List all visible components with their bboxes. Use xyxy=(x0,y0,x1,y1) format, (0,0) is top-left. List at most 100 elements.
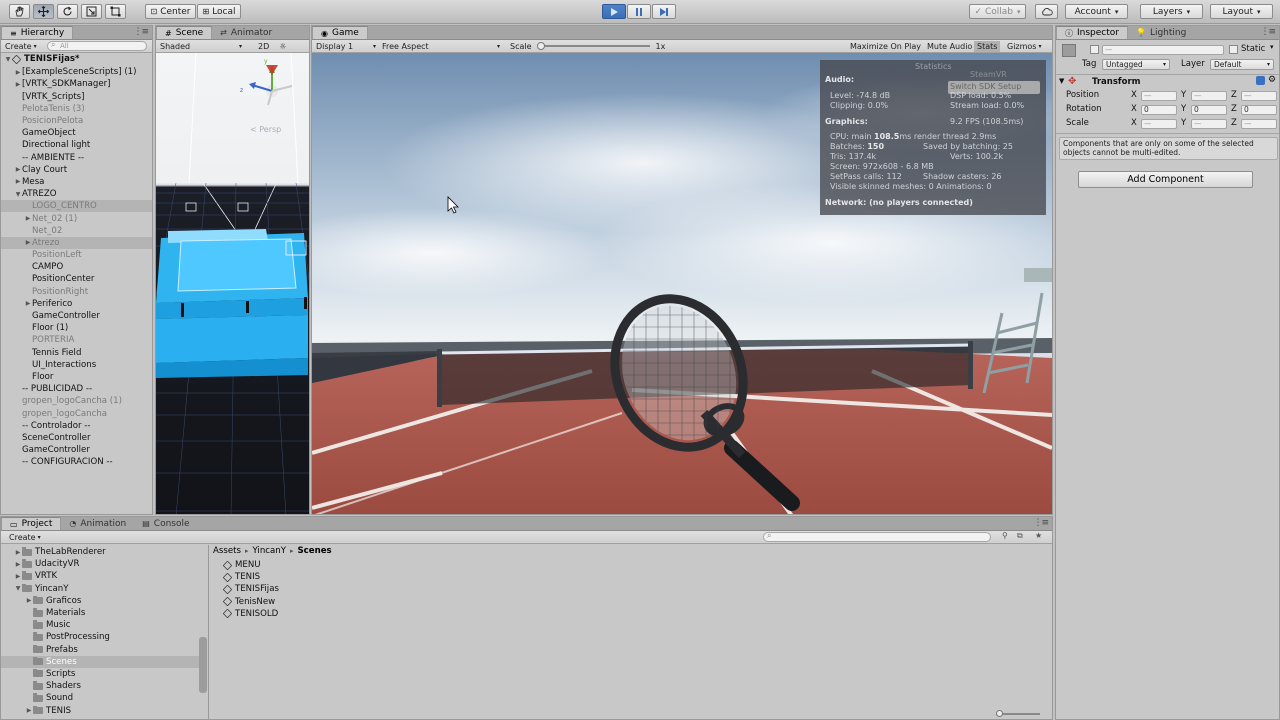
scale-x-field[interactable]: — xyxy=(1141,119,1177,129)
project-search-input[interactable] xyxy=(763,531,991,542)
game-viewport[interactable]: Statistics SteamVR Switch SDK Setup Audi… xyxy=(312,53,1052,514)
rotation-z-field[interactable]: 0 xyxy=(1241,105,1277,115)
tab-project[interactable]: ▭ Project xyxy=(1,517,62,530)
collapse-arrow-icon[interactable]: ▼ xyxy=(14,191,22,198)
rotation-x-field[interactable]: 0 xyxy=(1141,105,1177,115)
hierarchy-item[interactable]: ▶ Clay Court xyxy=(1,164,152,176)
hierarchy-item[interactable]: ▶ Net_02 (1) xyxy=(1,212,152,224)
hierarchy-item[interactable]: ▶ Mesa xyxy=(1,176,152,188)
hierarchy-item[interactable]: Floor (1) xyxy=(1,322,152,334)
panel-menu-icon[interactable]: ⋮≡ xyxy=(1260,27,1276,37)
folder-tree-item[interactable]: ▶ VRTK xyxy=(1,570,199,582)
panel-menu-icon[interactable]: ⋮≡ xyxy=(133,27,149,37)
stats-toggle[interactable]: Stats xyxy=(974,40,1001,52)
hierarchy-item[interactable]: -- AMBIENTE -- xyxy=(1,152,152,164)
step-button[interactable] xyxy=(652,4,676,19)
tab-lighting[interactable]: 💡 Lighting xyxy=(1128,26,1194,39)
hierarchy-item[interactable]: Tennis Field xyxy=(1,347,152,359)
hierarchy-item[interactable]: ▼ ATREZO xyxy=(1,188,152,200)
help-icon[interactable] xyxy=(1256,76,1265,85)
play-button[interactable] xyxy=(602,4,626,19)
panel-menu-icon[interactable]: ⋮≡ xyxy=(1033,518,1049,528)
favorites-star-icon[interactable]: ★ xyxy=(1035,531,1042,540)
icon-size-slider[interactable] xyxy=(996,710,1040,717)
add-component-button[interactable]: Add Component xyxy=(1078,171,1253,188)
hierarchy-item[interactable]: LOGO_CENTRO xyxy=(1,200,152,213)
hierarchy-item[interactable]: SceneController xyxy=(1,432,152,444)
transform-foldout-arrow-icon[interactable]: ▼ xyxy=(1059,77,1064,85)
hierarchy-item[interactable]: PelotaTenis (3) xyxy=(1,103,152,115)
cloud-button[interactable] xyxy=(1035,4,1058,19)
hierarchy-item[interactable]: PosicionPelota xyxy=(1,115,152,127)
expand-arrow-icon[interactable]: ▶ xyxy=(24,239,32,246)
tab-scene[interactable]: # Scene xyxy=(156,26,213,39)
hierarchy-item[interactable]: PositionCenter xyxy=(1,273,152,285)
expand-arrow-icon[interactable]: ▶ xyxy=(14,573,22,580)
position-y-field[interactable]: — xyxy=(1191,91,1227,101)
tab-console[interactable]: ▤ Console xyxy=(134,517,197,530)
hierarchy-item[interactable]: GameController xyxy=(1,310,152,322)
maximize-on-play-toggle[interactable]: Maximize On Play xyxy=(850,42,921,51)
folder-tree-item[interactable]: ▶ Graficos xyxy=(1,595,199,607)
hierarchy-item[interactable]: ▶ [VRTK_SDKManager] xyxy=(1,78,152,90)
mute-audio-toggle[interactable]: Mute Audio xyxy=(927,42,972,51)
folder-tree-scrollbar[interactable] xyxy=(199,637,207,693)
active-checkbox[interactable] xyxy=(1090,45,1099,54)
hierarchy-item[interactable]: ▶ [ExampleSceneScripts] (1) xyxy=(1,66,152,78)
folder-tree-item[interactable]: Scenes xyxy=(1,655,199,668)
collapse-arrow-icon[interactable]: ▼ xyxy=(14,585,22,592)
layout-dropdown[interactable]: Layout ▾ xyxy=(1210,4,1273,19)
tab-inspector[interactable]: ⓘ Inspector xyxy=(1056,26,1128,39)
move-tool-button[interactable] xyxy=(33,4,54,19)
folder-tree-item[interactable]: Music xyxy=(1,619,199,631)
folder-tree-item[interactable]: ▼ YincanY xyxy=(1,583,199,595)
project-create-dropdown[interactable]: Create ▾ xyxy=(9,533,41,542)
scene-viewport[interactable]: y z < Persp xyxy=(156,53,309,514)
scale-slider[interactable] xyxy=(536,42,650,50)
expand-arrow-icon[interactable]: ▶ xyxy=(25,597,33,604)
hierarchy-item[interactable]: -- PUBLICIDAD -- xyxy=(1,383,152,395)
expand-arrow-icon[interactable]: ▶ xyxy=(14,549,22,556)
expand-arrow-icon[interactable]: ▶ xyxy=(14,178,22,185)
gizmos-dropdown[interactable]: Gizmos ▾ xyxy=(1007,42,1042,51)
filter-type-icon[interactable]: ⚲ xyxy=(1002,531,1008,540)
breadcrumb-item[interactable]: YincanY xyxy=(252,546,285,556)
pause-button[interactable] xyxy=(627,4,651,19)
hierarchy-item[interactable]: ▶ Atrezo xyxy=(1,236,152,249)
folder-tree-item[interactable]: ▶ UdacityVR xyxy=(1,558,199,570)
aspect-dropdown[interactable]: Free Aspect ▾ xyxy=(382,42,502,51)
account-dropdown[interactable]: Account ▾ xyxy=(1065,4,1128,19)
scene-asset-item[interactable]: MENU xyxy=(222,559,279,571)
folder-tree-item[interactable]: ▶ TheLabRenderer xyxy=(1,546,199,558)
slider-thumb[interactable] xyxy=(996,710,1003,717)
tab-game[interactable]: ◉ Game xyxy=(312,26,368,39)
layer-dropdown[interactable]: Default ▾ xyxy=(1210,59,1274,70)
hierarchy-item[interactable]: GameObject xyxy=(1,127,152,139)
2d-toggle[interactable]: 2D xyxy=(258,42,269,51)
hierarchy-item[interactable]: -- Controlador -- xyxy=(1,420,152,432)
rotation-y-field[interactable]: 0 xyxy=(1191,105,1227,115)
static-checkbox[interactable] xyxy=(1229,45,1238,54)
expand-arrow-icon[interactable]: ▶ xyxy=(14,561,22,568)
hierarchy-item[interactable]: gropen_logoCancha (1) xyxy=(1,395,152,407)
display-dropdown[interactable]: Display 1 ▾ xyxy=(316,42,378,51)
layers-dropdown[interactable]: Layers ▾ xyxy=(1140,4,1203,19)
hierarchy-item[interactable]: Floor xyxy=(1,371,152,383)
folder-tree-item[interactable]: Sound xyxy=(1,692,199,704)
tag-dropdown[interactable]: Untagged ▾ xyxy=(1102,59,1170,70)
shading-mode-dropdown[interactable]: Shaded ▾ xyxy=(160,42,246,51)
name-field[interactable]: — xyxy=(1102,45,1224,55)
lighting-toggle-icon[interactable]: ☼ xyxy=(279,42,286,51)
hierarchy-item[interactable]: GameController xyxy=(1,444,152,456)
hand-tool-button[interactable] xyxy=(9,4,30,19)
expand-arrow-icon[interactable]: ▶ xyxy=(24,300,32,307)
filter-label-icon[interactable]: ⧉ xyxy=(1017,531,1023,541)
folder-tree-item[interactable]: Scripts xyxy=(1,668,199,680)
hierarchy-item[interactable]: ▶ Periferico xyxy=(1,298,152,310)
create-dropdown[interactable]: Create ▾ xyxy=(5,42,37,51)
scene-asset-item[interactable]: TENISOLD xyxy=(222,608,279,620)
expand-arrow-icon[interactable]: ▶ xyxy=(24,215,32,222)
hierarchy-item[interactable]: Net_02 xyxy=(1,225,152,237)
folder-tree-item[interactable]: PostProcessing xyxy=(1,631,199,643)
expand-arrow-icon[interactable]: ▶ xyxy=(14,81,22,88)
